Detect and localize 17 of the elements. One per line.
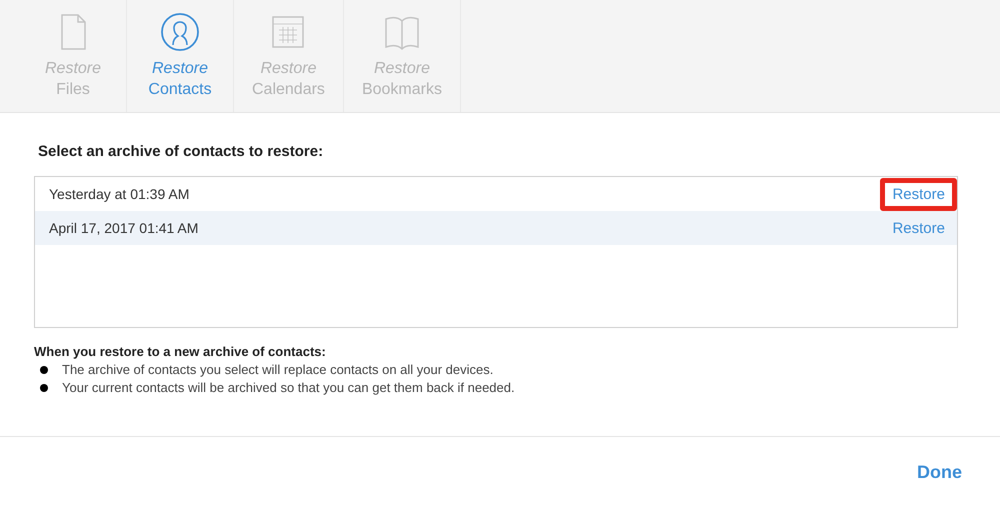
restore-tab[interactable]: Restore Calendars: [234, 0, 344, 112]
bullet-icon: [40, 384, 48, 392]
restore-tab[interactable]: Restore Bookmarks: [344, 0, 461, 112]
restore-tab[interactable]: Restore Contacts: [127, 0, 234, 112]
restore-link[interactable]: Restore: [892, 220, 945, 236]
archive-row[interactable]: April 17, 2017 01:41 AM Restore: [35, 211, 957, 245]
archive-date: April 17, 2017 01:41 AM: [49, 220, 198, 236]
notes-title: When you restore to a new archive of contacts:: [34, 344, 327, 359]
restore-link[interactable]: Restore: [892, 186, 945, 202]
bullet-icon: [40, 366, 48, 374]
note-text: The archive of contacts you select will replace contacts on all your devices.: [62, 362, 494, 377]
person-icon: [160, 12, 200, 52]
section-heading: Select an archive of contacts to restore:: [38, 143, 324, 160]
done-button[interactable]: Done: [917, 462, 962, 482]
archive-date: Yesterday at 01:39 AM: [49, 186, 190, 202]
note-text: Your current contacts will be archived so that you can get them back if needed.: [62, 380, 515, 395]
restore-tab[interactable]: Restore Files: [20, 0, 127, 112]
